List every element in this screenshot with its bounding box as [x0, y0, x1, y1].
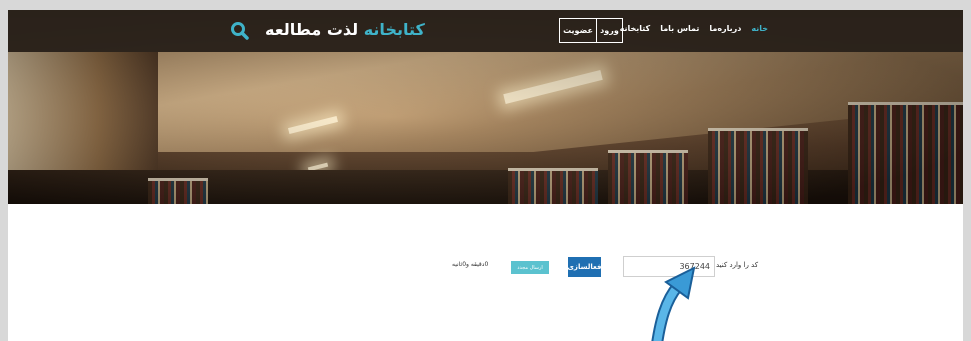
- nav-item-about[interactable]: درباره‌ما: [709, 24, 741, 33]
- activation-form: کد را وارد کنید فعالسازی ارسال مجدد 0دقی…: [8, 256, 963, 278]
- nav-item-home[interactable]: خانه: [751, 24, 768, 33]
- resend-button[interactable]: ارسال مجدد: [511, 261, 549, 274]
- nav-menu: خانه درباره‌ما تماس باما کتابخانه: [620, 24, 768, 33]
- brand-name-colored: کتابخانه: [363, 20, 425, 39]
- signup-button[interactable]: عضویت: [559, 18, 597, 43]
- page-frame: خانه درباره‌ما تماس باما کتابخانه عضویت …: [8, 10, 963, 341]
- top-navbar: خانه درباره‌ما تماس باما کتابخانه عضویت …: [8, 10, 963, 52]
- site-logo[interactable]: کتابخانه لذت مطالعه: [265, 20, 425, 39]
- nav-item-contact[interactable]: تماس باما: [660, 24, 699, 33]
- login-button[interactable]: ورود: [597, 18, 623, 43]
- countdown-timer: 0دقیقه و0ثانیه: [452, 261, 489, 268]
- search-icon[interactable]: [230, 21, 250, 41]
- annotation-arrow-icon: [651, 266, 696, 341]
- brand-name-white: لذت مطالعه: [265, 20, 364, 39]
- nav-item-library[interactable]: کتابخانه: [620, 24, 651, 33]
- activate-button[interactable]: فعالسازی: [568, 257, 602, 277]
- captcha-label: کد را وارد کنید: [716, 261, 759, 269]
- auth-buttons: عضویت ورود: [559, 18, 623, 43]
